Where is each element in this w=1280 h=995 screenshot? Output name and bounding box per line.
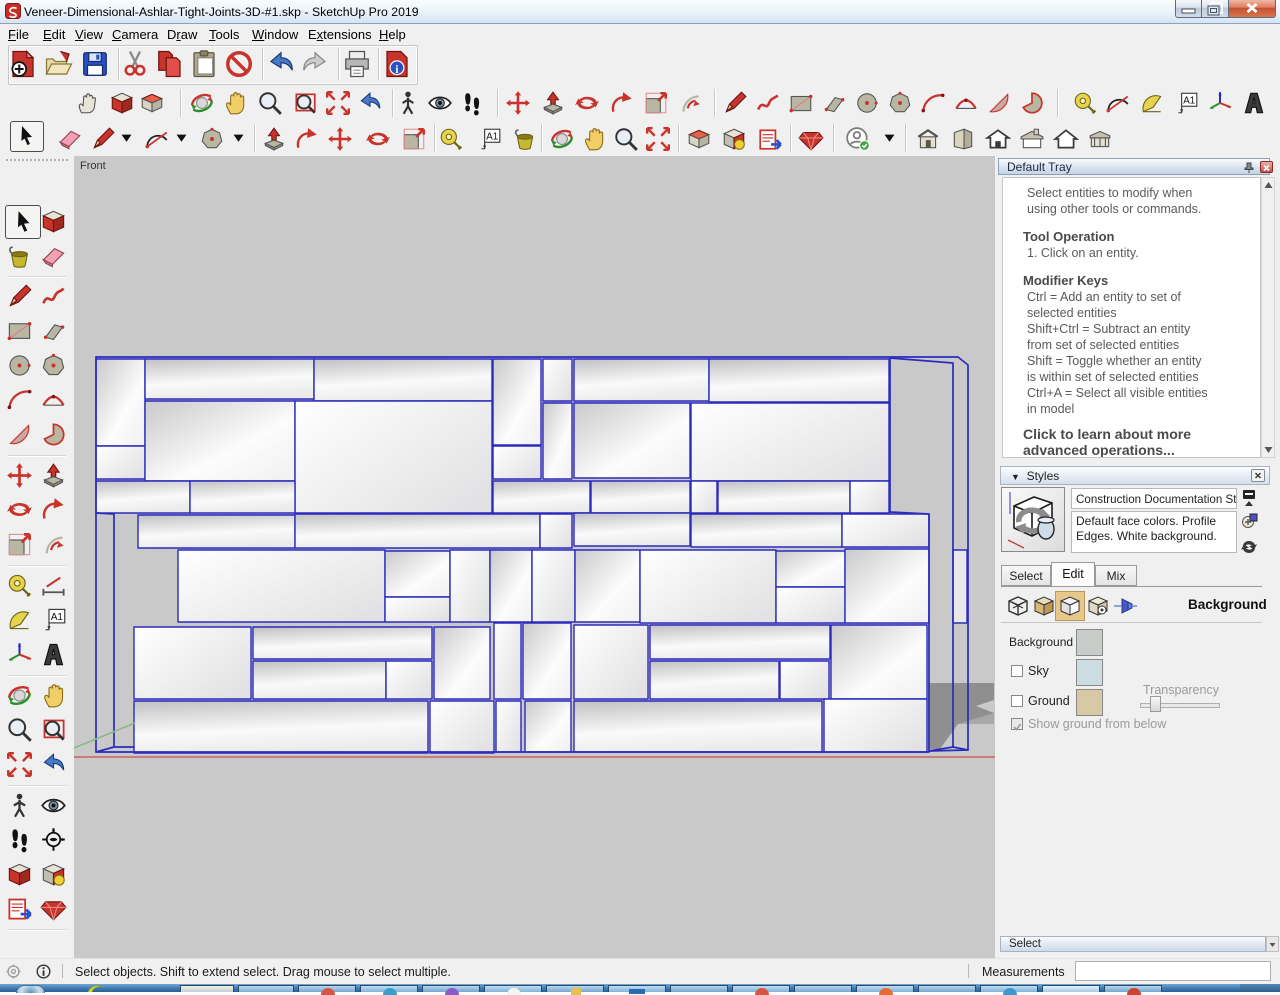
svg-text:Front: Front — [80, 160, 106, 172]
